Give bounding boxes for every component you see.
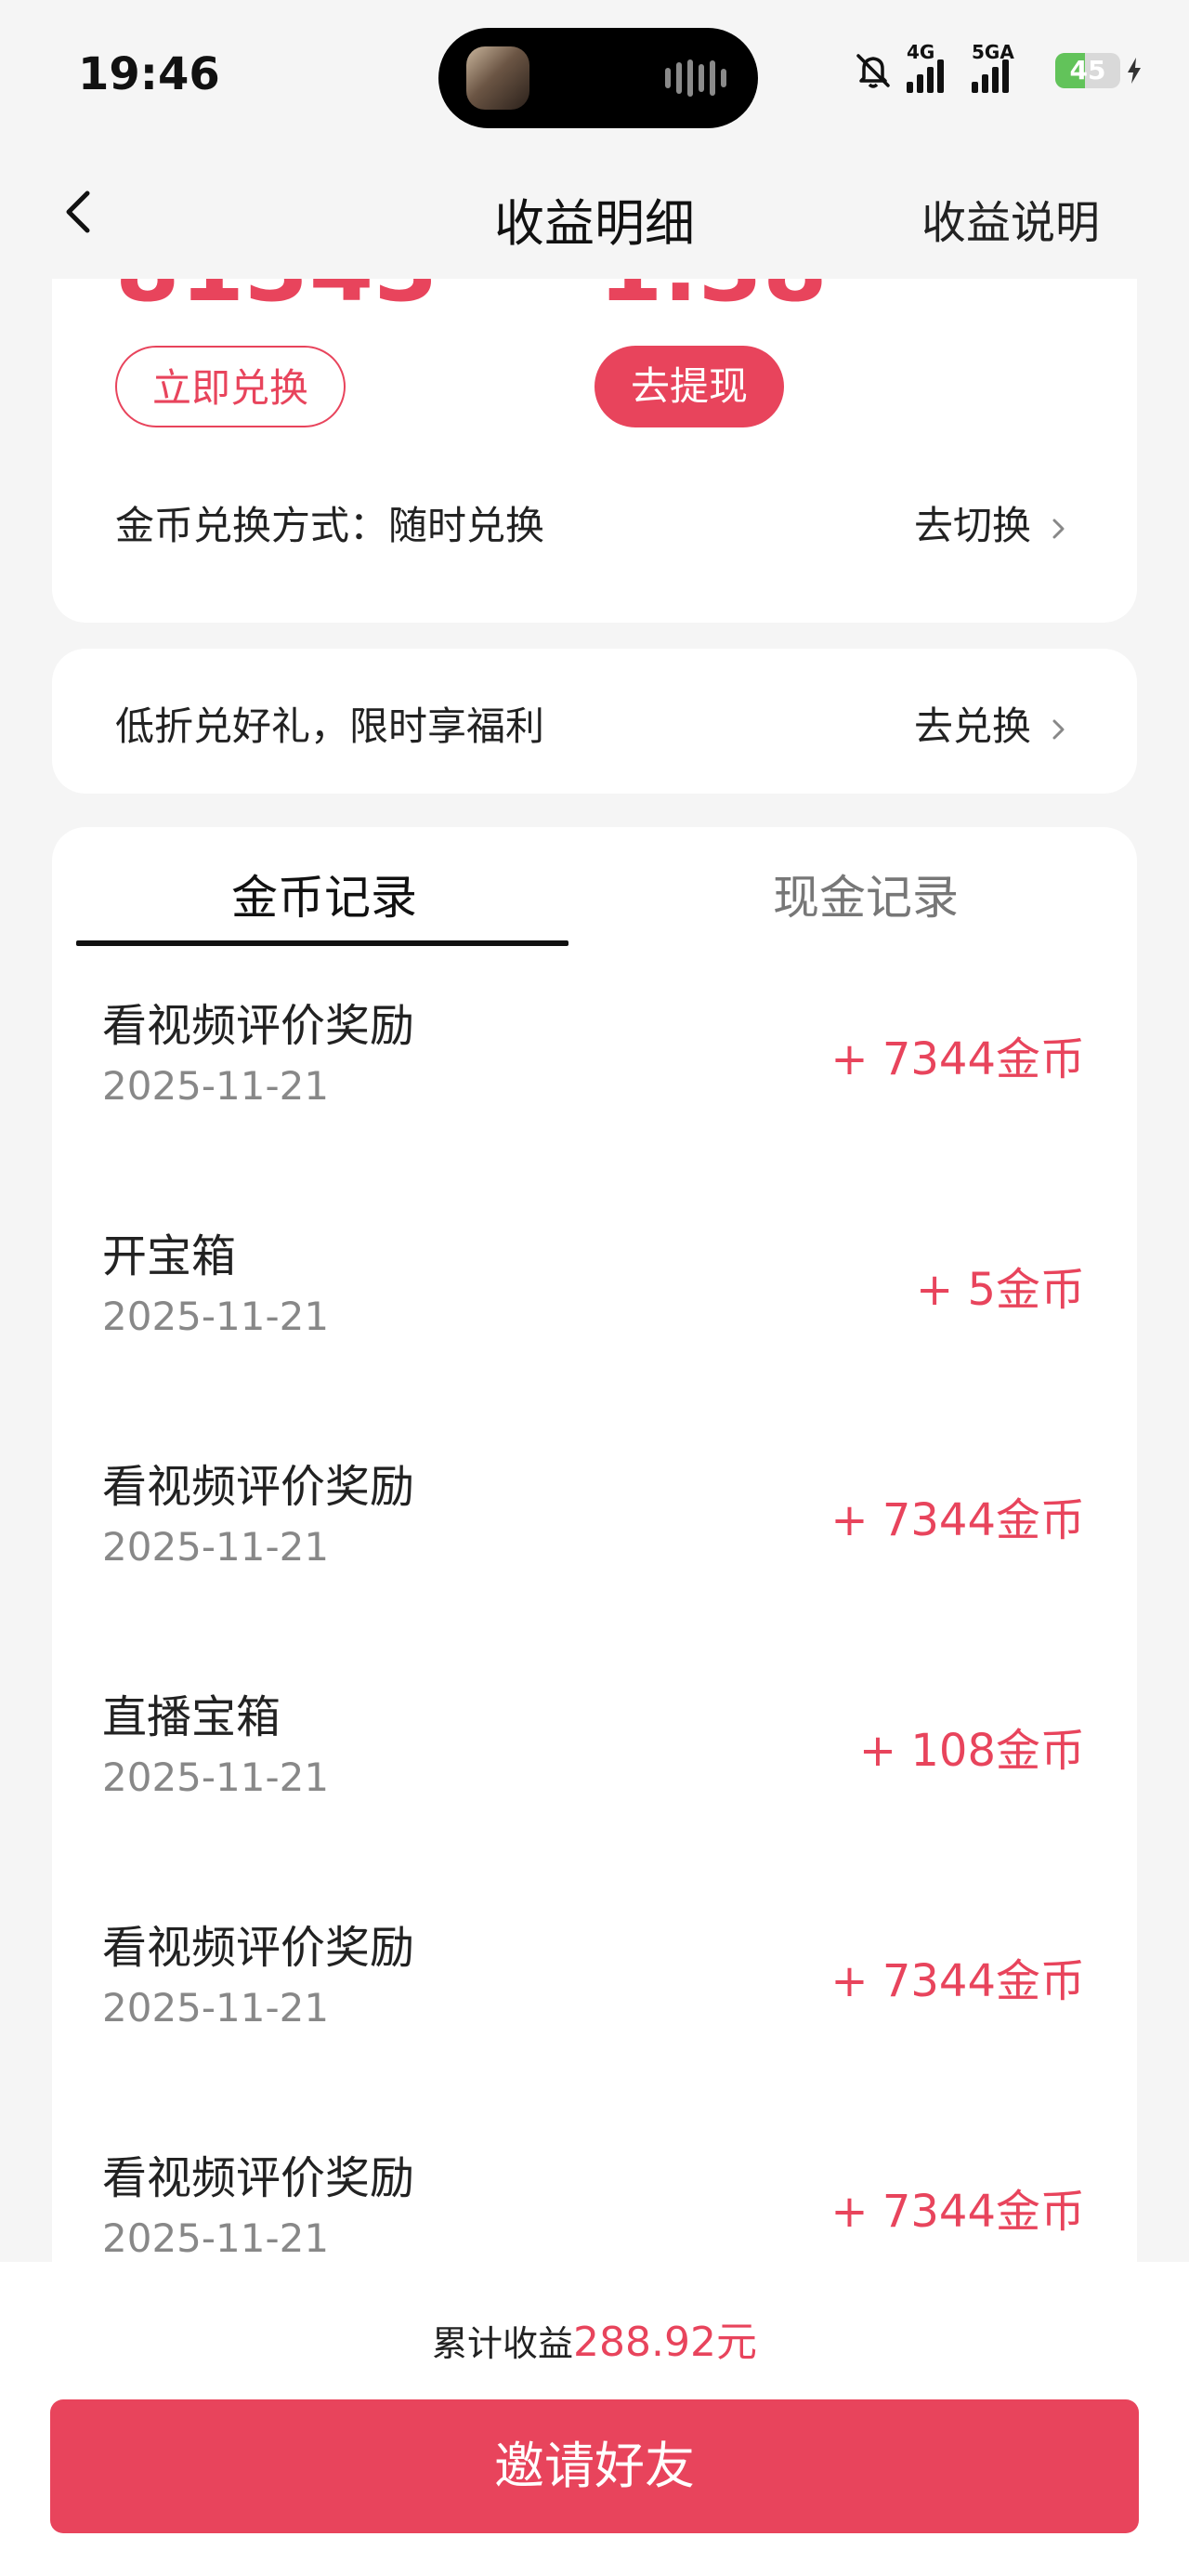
status-icons: 4G 5GA 45 xyxy=(853,41,1143,93)
promo-card[interactable]: 低折兑好礼，限时享福利 去兑换 xyxy=(52,649,1137,794)
coin-balance: 81343 xyxy=(115,279,438,322)
balance-card: 81343 1.38 立即兑换 去提现 金币兑换方式：随时兑换 去切换 xyxy=(52,279,1137,623)
list-item[interactable]: 开宝箱 2025-11-21 + 5金币 xyxy=(52,1206,1137,1437)
cash-balance: 1.38 xyxy=(598,279,828,322)
battery-icon: 45 xyxy=(1055,53,1120,88)
tab-cash-records[interactable]: 现金记录 xyxy=(596,861,1135,927)
list-item[interactable]: 直播宝箱 2025-11-21 + 108金币 xyxy=(52,1667,1137,1898)
chevron-right-icon xyxy=(1052,519,1065,538)
list-item[interactable]: 看视频评价奖励 2025-11-21 + 7344金币 xyxy=(52,1898,1137,2128)
switch-link[interactable]: 去切换 xyxy=(914,503,1031,548)
status-time: 19:46 xyxy=(78,48,220,100)
tab-coin-records[interactable]: 金币记录 xyxy=(52,861,596,927)
exchange-mode-label: 金币兑换方式：随时兑换 xyxy=(115,503,545,548)
navigation-bar: 收益明细 收益说明 xyxy=(0,149,1189,279)
battery-indicator: 45 xyxy=(1055,53,1143,88)
list-item[interactable]: 看视频评价奖励 2025-11-21 + 7344金币 xyxy=(52,2128,1137,2262)
promo-text: 低折兑好礼，限时享福利 xyxy=(115,703,545,749)
audio-wave-icon xyxy=(665,59,726,97)
total-earnings-value: 288.92元 xyxy=(573,2319,757,2366)
exchange-now-button[interactable]: 立即兑换 xyxy=(115,346,346,427)
record-tabs: 金币记录 现金记录 xyxy=(52,827,1137,948)
active-tab-indicator xyxy=(76,940,568,946)
invite-friends-button[interactable]: 邀请好友 xyxy=(50,2399,1139,2533)
signal-4g-icon: 4G xyxy=(907,41,959,93)
dynamic-island[interactable] xyxy=(438,28,758,128)
earnings-info-link[interactable]: 收益说明 xyxy=(921,186,1100,251)
exchange-mode-row[interactable]: 金币兑换方式：随时兑换 去切换 xyxy=(115,494,1072,551)
mute-bell-icon xyxy=(853,50,894,91)
signal-5ga-icon: 5GA xyxy=(972,41,1042,93)
total-earnings-label: 累计收益 xyxy=(432,2323,574,2364)
charging-bolt-icon xyxy=(1128,58,1141,84)
total-earnings: 累计收益288.92元 xyxy=(0,2308,1189,2368)
promo-exchange-link[interactable]: 去兑换 xyxy=(914,703,1031,749)
media-thumbnail xyxy=(466,46,529,110)
scroll-content[interactable]: 81343 1.38 立即兑换 去提现 金币兑换方式：随时兑换 去切换 低折兑好… xyxy=(0,279,1189,2262)
records-card: 金币记录 现金记录 看视频评价奖励 2025-11-21 + 7344金币 开宝… xyxy=(52,827,1137,2262)
bottom-bar: 累计收益288.92元 邀请好友 xyxy=(0,2262,1189,2576)
withdraw-button[interactable]: 去提现 xyxy=(594,346,784,427)
list-item[interactable]: 看视频评价奖励 2025-11-21 + 7344金币 xyxy=(52,1437,1137,1667)
status-bar: 19:46 4G 5GA 45 xyxy=(0,0,1189,149)
list-item[interactable]: 看视频评价奖励 2025-11-21 + 7344金币 xyxy=(52,976,1137,1206)
chevron-right-icon xyxy=(1052,719,1065,739)
